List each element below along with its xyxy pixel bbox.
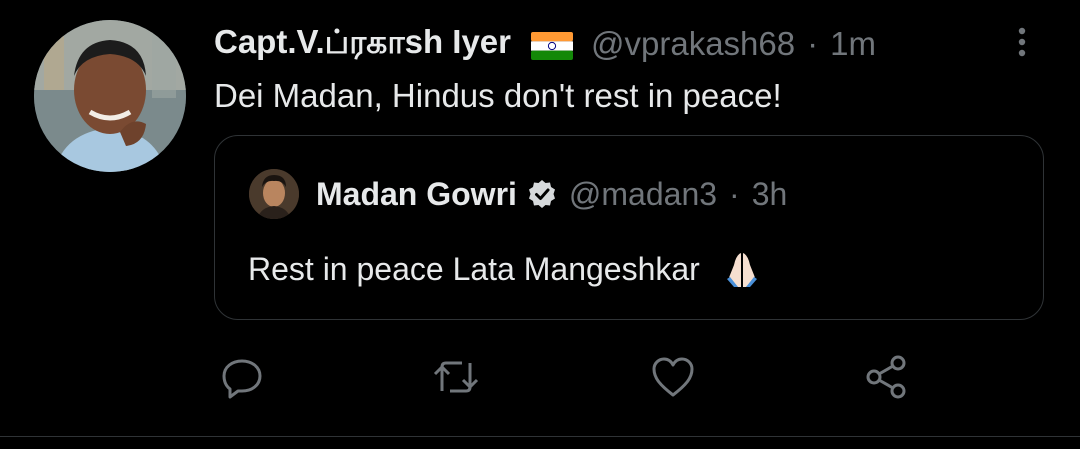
separator-dot: · (807, 25, 819, 62)
share-icon[interactable] (861, 352, 911, 402)
author-name[interactable]: Capt.V.ப்ரகாsh Iyer (214, 23, 511, 66)
quoted-tweet-header: Madan Gowri @madan3 · 3h (316, 173, 787, 215)
tweet-time[interactable]: 1m (830, 25, 876, 63)
tweet-actions (0, 352, 1080, 412)
tweet-text: Dei Madan, Hindus don't rest in peace! (214, 77, 782, 114)
quoted-tweet[interactable]: Madan Gowri @madan3 · 3h Rest in peace L… (214, 135, 1044, 320)
folded-hands-emoji (722, 249, 762, 289)
quoted-tweet-text: Rest in peace Lata Mangeshkar (248, 250, 700, 287)
verified-badge-icon (527, 179, 557, 209)
retweet-icon[interactable] (431, 352, 481, 402)
india-flag-icon (531, 30, 573, 60)
quoted-author-name[interactable]: Madan Gowri (316, 176, 517, 213)
reply-icon[interactable] (217, 352, 267, 402)
quoted-tweet-body: Rest in peace Lata Mangeshkar (248, 249, 762, 289)
author-handle[interactable]: @vprakash68 (591, 25, 795, 63)
heart-icon[interactable] (648, 352, 698, 402)
tweet-divider (0, 436, 1080, 437)
author-avatar[interactable] (34, 20, 186, 172)
quoted-tweet-time[interactable]: 3h (752, 176, 788, 213)
quoted-author-avatar[interactable] (249, 169, 299, 219)
quoted-separator-dot: · (729, 175, 740, 212)
quoted-author-handle[interactable]: @madan3 (569, 176, 717, 213)
more-options-icon[interactable] (1010, 26, 1034, 58)
tweet-header: Capt.V.ப்ரகாsh Iyer @vprakash68 · 1m (214, 22, 876, 66)
